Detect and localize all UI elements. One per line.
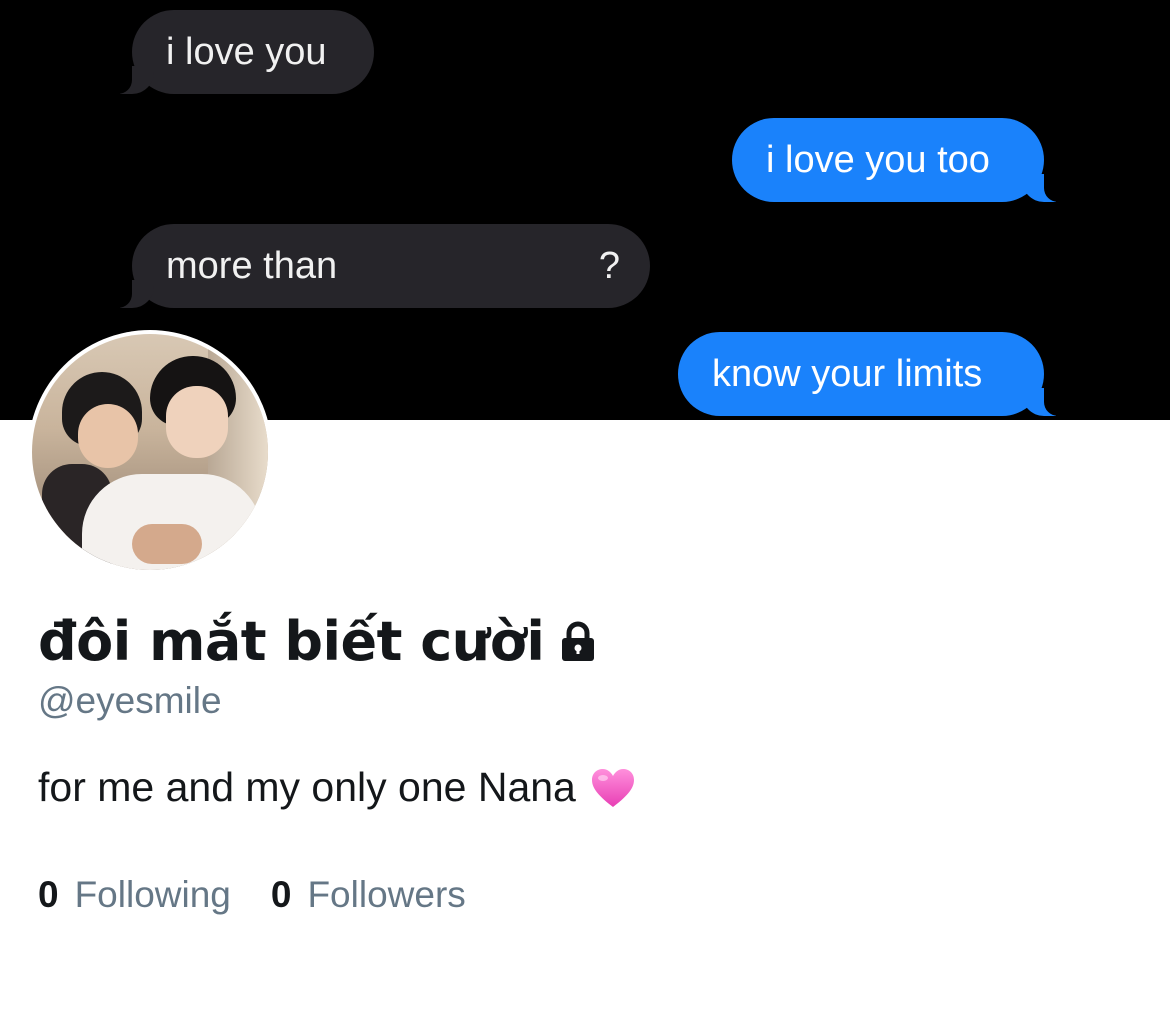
following-count: 0 bbox=[38, 874, 59, 915]
message-text: know your limits bbox=[712, 353, 983, 395]
followers-link[interactable]: 0 Followers bbox=[271, 874, 466, 916]
message-bubble-outgoing: know your limits bbox=[678, 332, 1066, 416]
message-bubble-incoming: i love you bbox=[110, 10, 374, 94]
followers-count: 0 bbox=[270, 874, 292, 915]
profile-handle: @eyesmile bbox=[38, 680, 222, 721]
bio-text: for me and my only one Nana bbox=[38, 764, 576, 810]
message-trailing-text: ? bbox=[598, 245, 620, 287]
profile-stats: 0 Following 0 Followers bbox=[38, 874, 506, 916]
avatar[interactable] bbox=[28, 330, 272, 574]
message-text: i love you bbox=[166, 31, 327, 73]
message-bubble-incoming: more than ? bbox=[110, 224, 650, 308]
following-link[interactable]: 0 Following bbox=[38, 874, 231, 916]
lock-icon bbox=[554, 617, 602, 665]
avatar-photo bbox=[32, 334, 268, 570]
pink-heart-icon bbox=[590, 767, 636, 809]
display-name: đôi mắt biết cười bbox=[38, 609, 545, 673]
following-label: Following bbox=[74, 874, 231, 915]
message-text: i love you too bbox=[766, 139, 990, 181]
message-text: more than bbox=[166, 245, 338, 287]
profile-bio: for me and my only one Nana bbox=[38, 764, 636, 811]
followers-label: Followers bbox=[307, 874, 466, 915]
profile-name-row: đôi mắt biết cười bbox=[38, 606, 602, 676]
message-bubble-outgoing: i love you too bbox=[732, 118, 1066, 202]
